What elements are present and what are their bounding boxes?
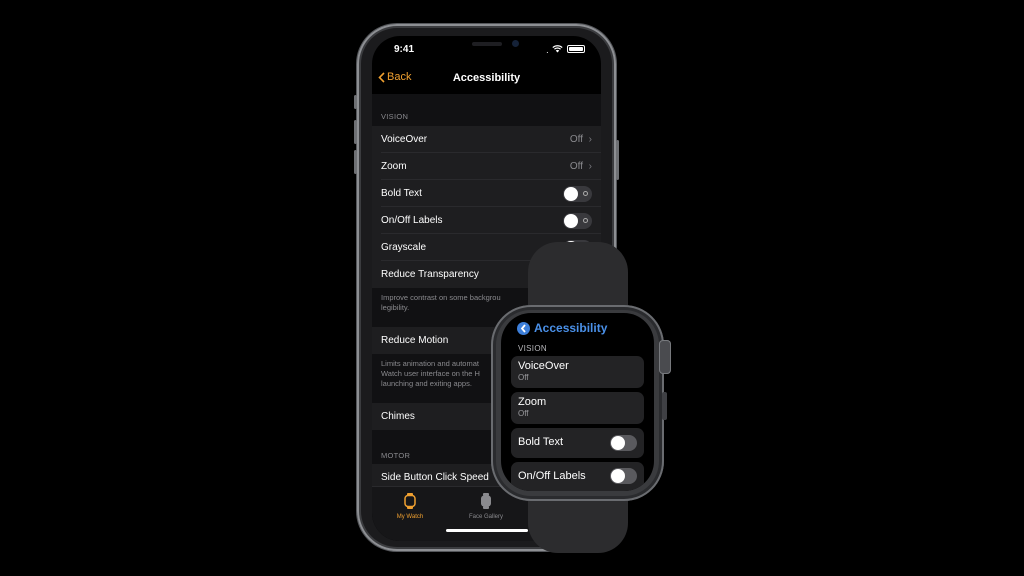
chevron-right-icon: › <box>588 161 592 172</box>
row-label: VoiceOver <box>518 360 569 372</box>
row-zoom[interactable]: Zoom Off › <box>372 153 601 180</box>
row-voiceover[interactable]: VoiceOver Off › <box>372 126 601 153</box>
navigation-bar: Back Accessibility <box>372 66 601 94</box>
watch-onoff-labels-toggle[interactable] <box>610 468 637 484</box>
onoff-labels-toggle[interactable] <box>563 213 592 229</box>
watch-side-button[interactable] <box>662 392 667 420</box>
row-label: Zoom <box>518 396 547 408</box>
battery-icon <box>567 45 585 53</box>
row-label: Reduce Motion <box>381 335 449 346</box>
page-title: Accessibility <box>452 72 521 84</box>
row-value: Off <box>518 373 529 382</box>
row-label: Side Button Click Speed <box>381 472 489 483</box>
speaker-grille <box>472 42 502 46</box>
row-label: VoiceOver <box>381 134 428 145</box>
chevron-left-icon <box>517 321 530 335</box>
row-label: Chimes <box>381 411 415 422</box>
row-value: Off <box>569 161 583 172</box>
row-label: Grayscale <box>381 242 427 253</box>
section-header-motor: MOTOR <box>381 451 411 460</box>
watch-row-bold-text: Bold Text <box>511 428 644 458</box>
watch-icon <box>404 493 416 509</box>
section-header-vision: VISION <box>381 112 409 121</box>
row-onoff-labels: On/Off Labels <box>372 207 601 234</box>
tab-face-gallery[interactable]: Face Gallery <box>456 493 516 520</box>
watch-section-header: VISION <box>518 344 547 353</box>
watch-back-button[interactable]: Accessibility <box>517 321 607 335</box>
watch-page-title: Accessibility <box>534 321 608 335</box>
wifi-icon <box>552 45 563 53</box>
status-time: 9:41 <box>394 44 415 55</box>
front-camera <box>512 40 519 47</box>
tab-label: Face Gallery <box>468 514 503 520</box>
watch-bold-text-toggle[interactable] <box>610 435 637 451</box>
tab-my-watch[interactable]: My Watch <box>380 493 440 520</box>
row-label: On/Off Labels <box>381 215 443 226</box>
watch-screen: Accessibility VISION VoiceOver Off Zoom … <box>501 313 654 491</box>
phone-volume-down <box>354 150 357 174</box>
tab-label: My Watch <box>396 514 424 520</box>
row-value: Off <box>569 134 583 145</box>
phone-volume-up <box>354 120 357 144</box>
watch-row-voiceover[interactable]: VoiceOver Off <box>511 356 644 388</box>
watch-row-zoom[interactable]: Zoom Off <box>511 392 644 424</box>
row-label: On/Off Labels <box>518 470 586 482</box>
digital-crown[interactable] <box>659 340 671 374</box>
row-value: Off <box>518 409 529 418</box>
row-label: Reduce Transparency <box>381 269 479 280</box>
notch <box>422 36 552 56</box>
bold-text-toggle[interactable] <box>563 186 592 202</box>
watch-face-icon <box>481 493 491 509</box>
row-label: Zoom <box>381 161 407 172</box>
chevron-right-icon: › <box>588 134 592 145</box>
row-label: Bold Text <box>518 436 564 448</box>
home-indicator <box>446 529 528 532</box>
watch-row-onoff-labels: On/Off Labels <box>511 462 644 491</box>
row-bold-text: Bold Text <box>372 180 601 207</box>
phone-silent-switch <box>354 95 357 109</box>
phone-side-button <box>616 140 619 180</box>
row-label: Bold Text <box>381 188 422 199</box>
